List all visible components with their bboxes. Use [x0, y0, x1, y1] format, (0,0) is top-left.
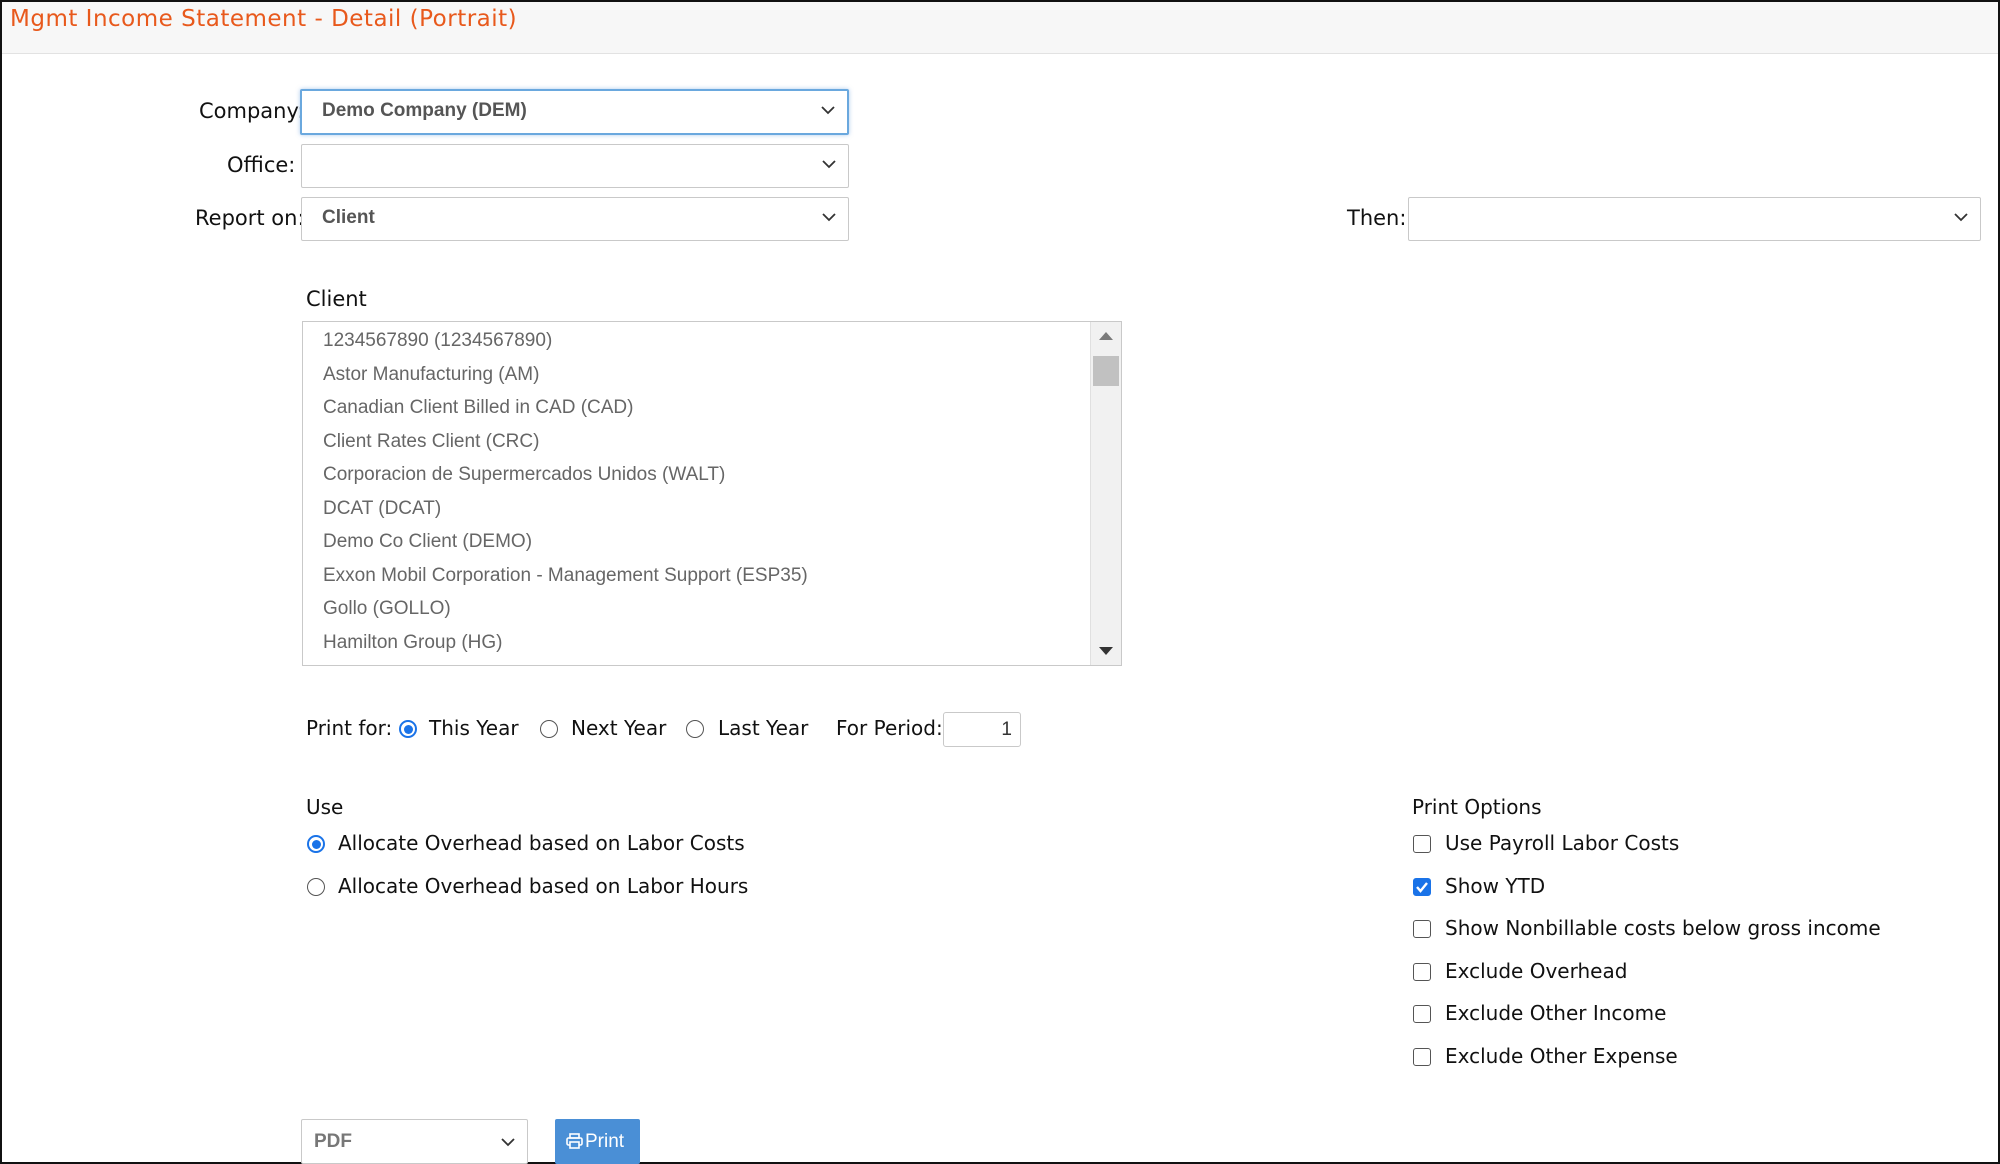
report-on-select[interactable]: Client — [301, 197, 849, 241]
labor-costs-label: Allocate Overhead based on Labor Costs — [338, 831, 745, 855]
listbox-scrollbar[interactable] — [1090, 322, 1121, 665]
scroll-down-arrow-icon[interactable] — [1099, 647, 1113, 655]
exclude-other-expense-label: Exclude Other Expense — [1445, 1044, 1678, 1068]
client-listbox[interactable]: 1234567890 (1234567890) Astor Manufactur… — [302, 321, 1122, 666]
office-select[interactable] — [301, 144, 849, 188]
exclude-other-income-label: Exclude Other Income — [1445, 1001, 1667, 1025]
for-period-label: For Period: — [836, 716, 943, 740]
checkbox-use-payroll[interactable] — [1413, 835, 1431, 853]
page-title: Mgmt Income Statement - Detail (Portrait… — [10, 6, 518, 32]
this-year-label: This Year — [429, 716, 519, 740]
show-ytd-label: Show YTD — [1445, 874, 1546, 898]
checkbox-exclude-overhead[interactable] — [1413, 963, 1431, 981]
checkbox-show-nonbillable[interactable] — [1413, 920, 1431, 938]
next-year-label: Next Year — [571, 716, 667, 740]
scrollbar-thumb[interactable] — [1093, 356, 1119, 386]
print-for-label: Print for: — [306, 716, 393, 740]
last-year-label: Last Year — [718, 716, 809, 740]
radio-next-year[interactable] — [540, 720, 558, 738]
report-window: Mgmt Income Statement - Detail (Portrait… — [0, 0, 2000, 1164]
list-item[interactable]: 1234567890 (1234567890) — [323, 330, 552, 352]
report-on-value: Client — [322, 207, 375, 228]
checkbox-show-ytd[interactable] — [1413, 878, 1431, 896]
client-list-heading: Client — [306, 287, 367, 311]
then-select[interactable] — [1408, 197, 1981, 241]
chevron-down-icon — [501, 1138, 515, 1147]
radio-this-year[interactable] — [399, 720, 417, 738]
chevron-down-icon — [821, 106, 835, 115]
office-label: Office: — [227, 153, 296, 177]
title-bar: Mgmt Income Statement - Detail (Portrait… — [2, 2, 1998, 54]
radio-last-year[interactable] — [686, 720, 704, 738]
checkbox-exclude-other-expense[interactable] — [1413, 1048, 1431, 1066]
labor-hours-label: Allocate Overhead based on Labor Hours — [338, 874, 749, 898]
use-payroll-label: Use Payroll Labor Costs — [1445, 831, 1680, 855]
exclude-overhead-label: Exclude Overhead — [1445, 959, 1628, 983]
list-item[interactable]: Exxon Mobil Corporation - Management Sup… — [323, 565, 808, 587]
chevron-down-icon — [822, 160, 836, 169]
list-item[interactable]: Canadian Client Billed in CAD (CAD) — [323, 397, 633, 419]
list-item[interactable]: Astor Manufacturing (AM) — [323, 364, 539, 386]
output-format-select[interactable]: PDF — [301, 1119, 528, 1164]
print-button-label: Print — [585, 1131, 625, 1152]
list-item[interactable]: Corporacion de Supermercados Unidos (WAL… — [323, 464, 725, 486]
list-item[interactable]: Demo Co Client (DEMO) — [323, 531, 532, 553]
company-select[interactable]: Demo Company (DEM) — [300, 89, 849, 135]
output-format-value: PDF — [314, 1131, 352, 1152]
report-on-label: Report on: — [195, 206, 305, 230]
then-label: Then: — [1347, 206, 1407, 230]
radio-labor-hours[interactable] — [307, 878, 325, 896]
period-input[interactable]: 1 — [943, 712, 1021, 747]
print-button[interactable]: Print — [555, 1119, 640, 1164]
company-label: Company: — [199, 99, 305, 123]
checkbox-exclude-other-income[interactable] — [1413, 1005, 1431, 1023]
list-item[interactable]: Hamilton Group (HG) — [323, 632, 503, 654]
printer-icon — [566, 1133, 583, 1149]
scroll-up-arrow-icon[interactable] — [1099, 332, 1113, 340]
print-options-heading: Print Options — [1412, 795, 1542, 819]
list-item[interactable]: Gollo (GOLLO) — [323, 598, 451, 620]
show-nonbillable-label: Show Nonbillable costs below gross incom… — [1445, 916, 1881, 940]
list-item[interactable]: DCAT (DCAT) — [323, 498, 441, 520]
use-heading: Use — [306, 795, 344, 819]
radio-labor-costs[interactable] — [307, 835, 325, 853]
chevron-down-icon — [822, 213, 836, 222]
list-item[interactable]: Client Rates Client (CRC) — [323, 431, 539, 453]
checkmark-icon — [1416, 882, 1428, 893]
chevron-down-icon — [1954, 213, 1968, 222]
company-value: Demo Company (DEM) — [322, 100, 527, 121]
